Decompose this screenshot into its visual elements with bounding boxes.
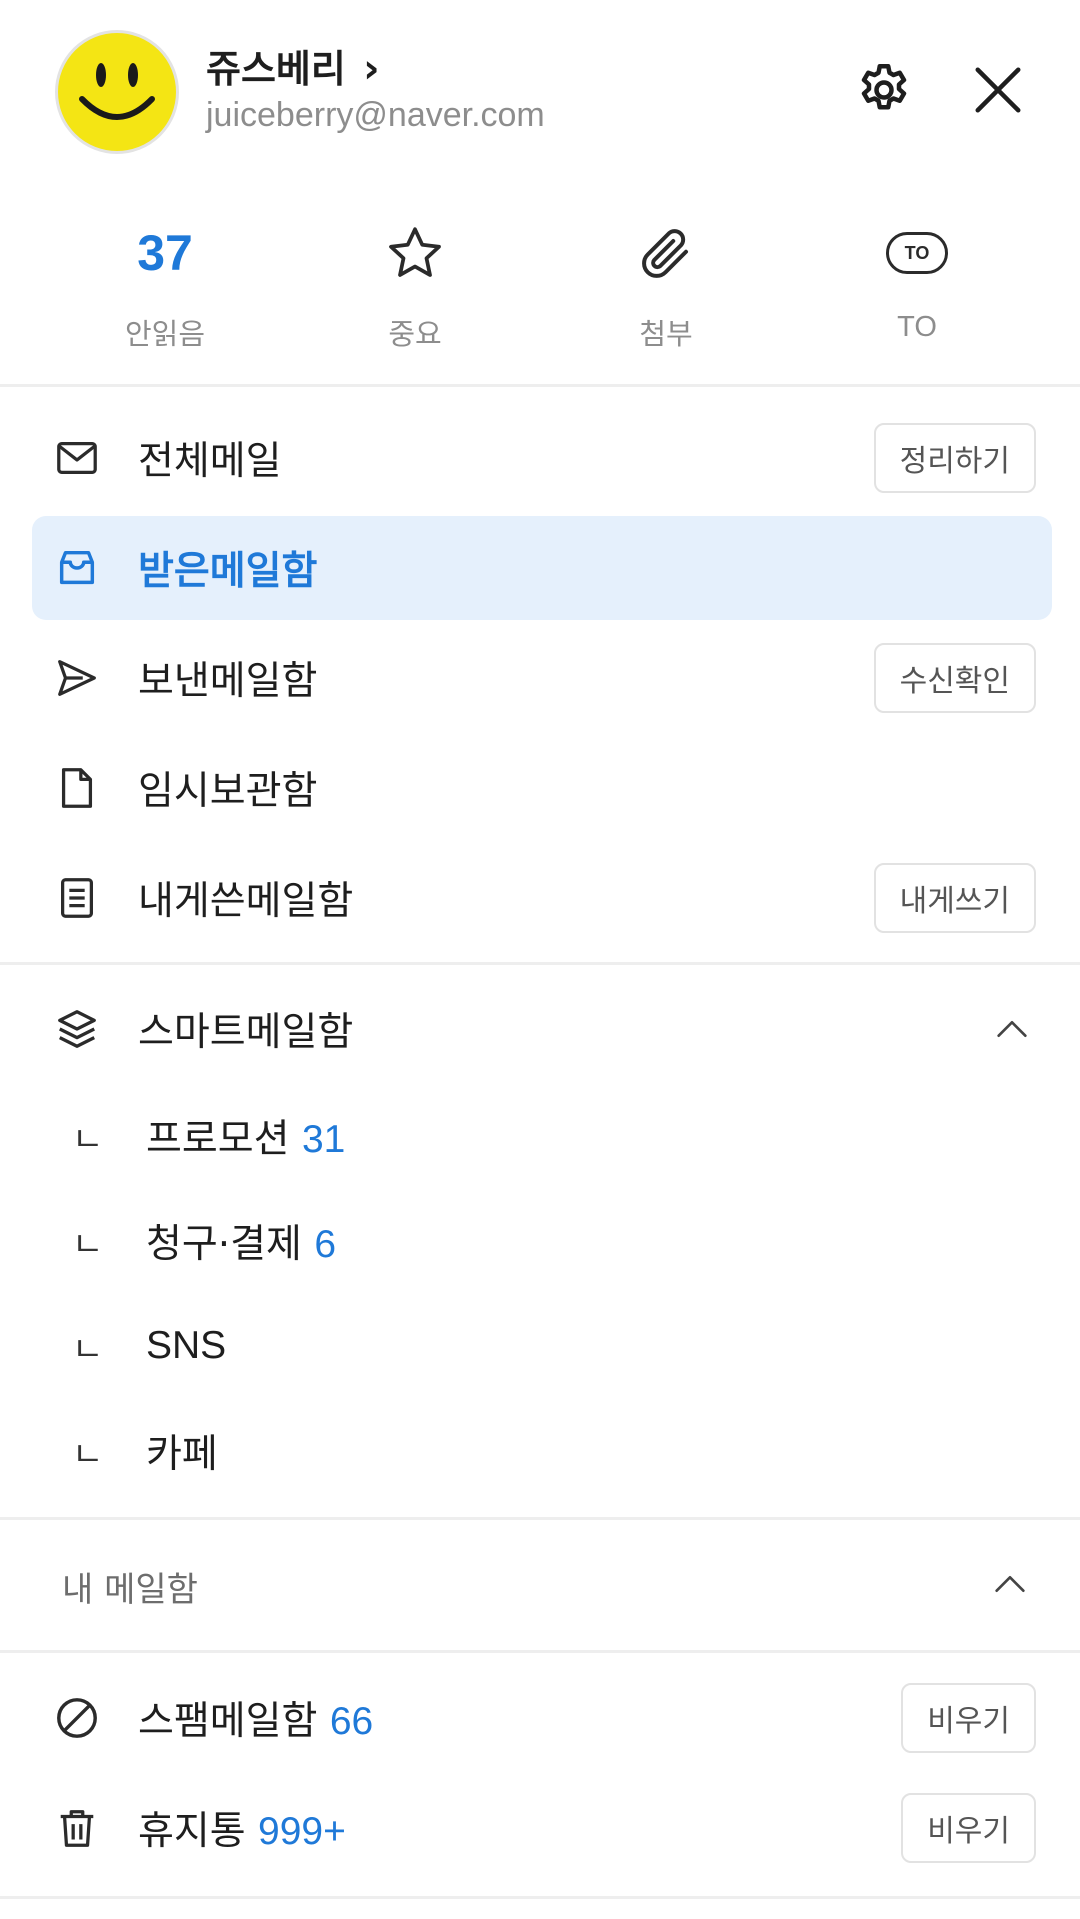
mail-icon [57, 441, 97, 475]
paperclip-icon [642, 229, 688, 278]
attachment-stat[interactable]: 첨부 [566, 215, 766, 353]
note-icon [60, 878, 94, 918]
smart-item-cafe[interactable]: ㄴ 카페 [72, 1403, 218, 1499]
smart-item-label: 카페 [146, 1432, 218, 1477]
unread-label: 안읽음 [124, 317, 206, 351]
mailbox-sent-label: 보낸메일함 [138, 659, 318, 704]
mailbox-spam[interactable]: 스팸메일함 66 비우기 [32, 1666, 1052, 1770]
mailbox-drafts-label: 임시보관함 [138, 769, 318, 814]
smart-mailbox-label: 스마트메일함 [138, 1010, 354, 1055]
tree-corner-icon: ㄴ [72, 1119, 104, 1160]
important-stat[interactable]: 중요 [315, 215, 515, 353]
my-mailbox-title: 내 메일함 [62, 1570, 198, 1610]
read-receipt-button[interactable]: 수신확인 [873, 643, 1036, 713]
divider [0, 1650, 1080, 1653]
close-button[interactable] [966, 58, 1030, 122]
unread-stat[interactable]: 37 안읽음 [65, 215, 265, 353]
mailbox-trash-text: 휴지통 999+ [138, 1800, 346, 1856]
spam-count: 66 [329, 1700, 374, 1743]
smart-item-label: 프로모션 [146, 1117, 290, 1162]
draft-icon [61, 768, 93, 808]
smart-item-promotion[interactable]: ㄴ 프로모션 31 [72, 1088, 345, 1184]
tree-corner-icon: ㄴ [72, 1224, 104, 1265]
mailbox-all[interactable]: 전체메일 정리하기 [32, 406, 1052, 510]
divider [0, 962, 1080, 965]
trash-icon [60, 1810, 94, 1847]
mailbox-spam-label: 스팸메일함 [138, 1699, 318, 1744]
to-icon: TO [886, 232, 948, 274]
tree-corner-icon: ㄴ [72, 1434, 104, 1475]
write-to-self-button[interactable]: 내게쓰기 [873, 863, 1036, 933]
settings-button[interactable] [852, 58, 916, 122]
to-label: TO [897, 311, 937, 343]
unread-count: 37 [137, 225, 193, 281]
important-label: 중요 [388, 317, 442, 351]
smart-item-count: 31 [301, 1118, 346, 1161]
chevron-up-icon [997, 1021, 1027, 1037]
organize-button[interactable]: 정리하기 [873, 423, 1036, 493]
chevron-right-icon: › [363, 46, 380, 92]
mailbox-all-label: 전체메일 [138, 439, 282, 484]
profile-name[interactable]: 쥬스베리 › [206, 38, 380, 93]
smiley-face-icon [79, 63, 155, 120]
to-icon-text: TO [904, 242, 930, 263]
smart-item-promotion-text: 프로모션 31 [146, 1108, 345, 1164]
attachment-label: 첨부 [639, 317, 693, 351]
layers-icon [58, 1010, 96, 1048]
my-mailbox-collapse-button[interactable] [982, 1556, 1038, 1612]
inbox-icon [59, 550, 95, 585]
smart-collapse-button[interactable] [984, 1001, 1040, 1057]
tree-corner-icon: ㄴ [72, 1329, 104, 1370]
gear-icon [861, 64, 907, 110]
mailbox-self[interactable]: 내게쓴메일함 내게쓰기 [32, 846, 1052, 950]
send-icon [58, 660, 96, 696]
close-icon [975, 67, 1021, 113]
smart-item-label: SNS [146, 1324, 227, 1367]
divider [0, 1896, 1080, 1899]
profile-email: juiceberry@naver.com [206, 96, 545, 134]
mailbox-sent[interactable]: 보낸메일함 수신확인 [32, 626, 1052, 730]
mailbox-spam-text: 스팸메일함 66 [138, 1690, 373, 1746]
chevron-up-icon [995, 1576, 1025, 1592]
smart-item-label: 청구·결제 [146, 1222, 302, 1267]
mailbox-drafts[interactable]: 임시보관함 [32, 736, 1052, 840]
star-icon [389, 227, 441, 277]
profile-name-text: 쥬스베리 [206, 47, 346, 91]
mailbox-self-label: 내게쓴메일함 [138, 879, 354, 924]
smart-item-sns[interactable]: ㄴ SNS [72, 1298, 226, 1394]
empty-trash-button[interactable]: 비우기 [901, 1793, 1036, 1863]
mailbox-trash-label: 휴지통 [138, 1809, 246, 1854]
to-stat[interactable]: TO TO [817, 215, 1017, 344]
smart-mailbox[interactable]: 스마트메일함 [32, 977, 1052, 1081]
avatar[interactable] [55, 30, 179, 154]
mailbox-inbox[interactable]: 받은메일함 [32, 516, 1052, 620]
smart-item-billing-text: 청구·결제 6 [146, 1213, 336, 1269]
mailbox-inbox-label: 받은메일함 [138, 549, 318, 594]
divider [0, 1517, 1080, 1520]
mailbox-trash[interactable]: 휴지통 999+ 비우기 [32, 1776, 1052, 1880]
smart-item-billing[interactable]: ㄴ 청구·결제 6 [72, 1193, 336, 1289]
trash-count: 999+ [258, 1810, 346, 1853]
block-icon [57, 1698, 97, 1738]
divider [0, 384, 1080, 387]
empty-spam-button[interactable]: 비우기 [901, 1683, 1036, 1753]
smart-item-count: 6 [314, 1223, 337, 1266]
